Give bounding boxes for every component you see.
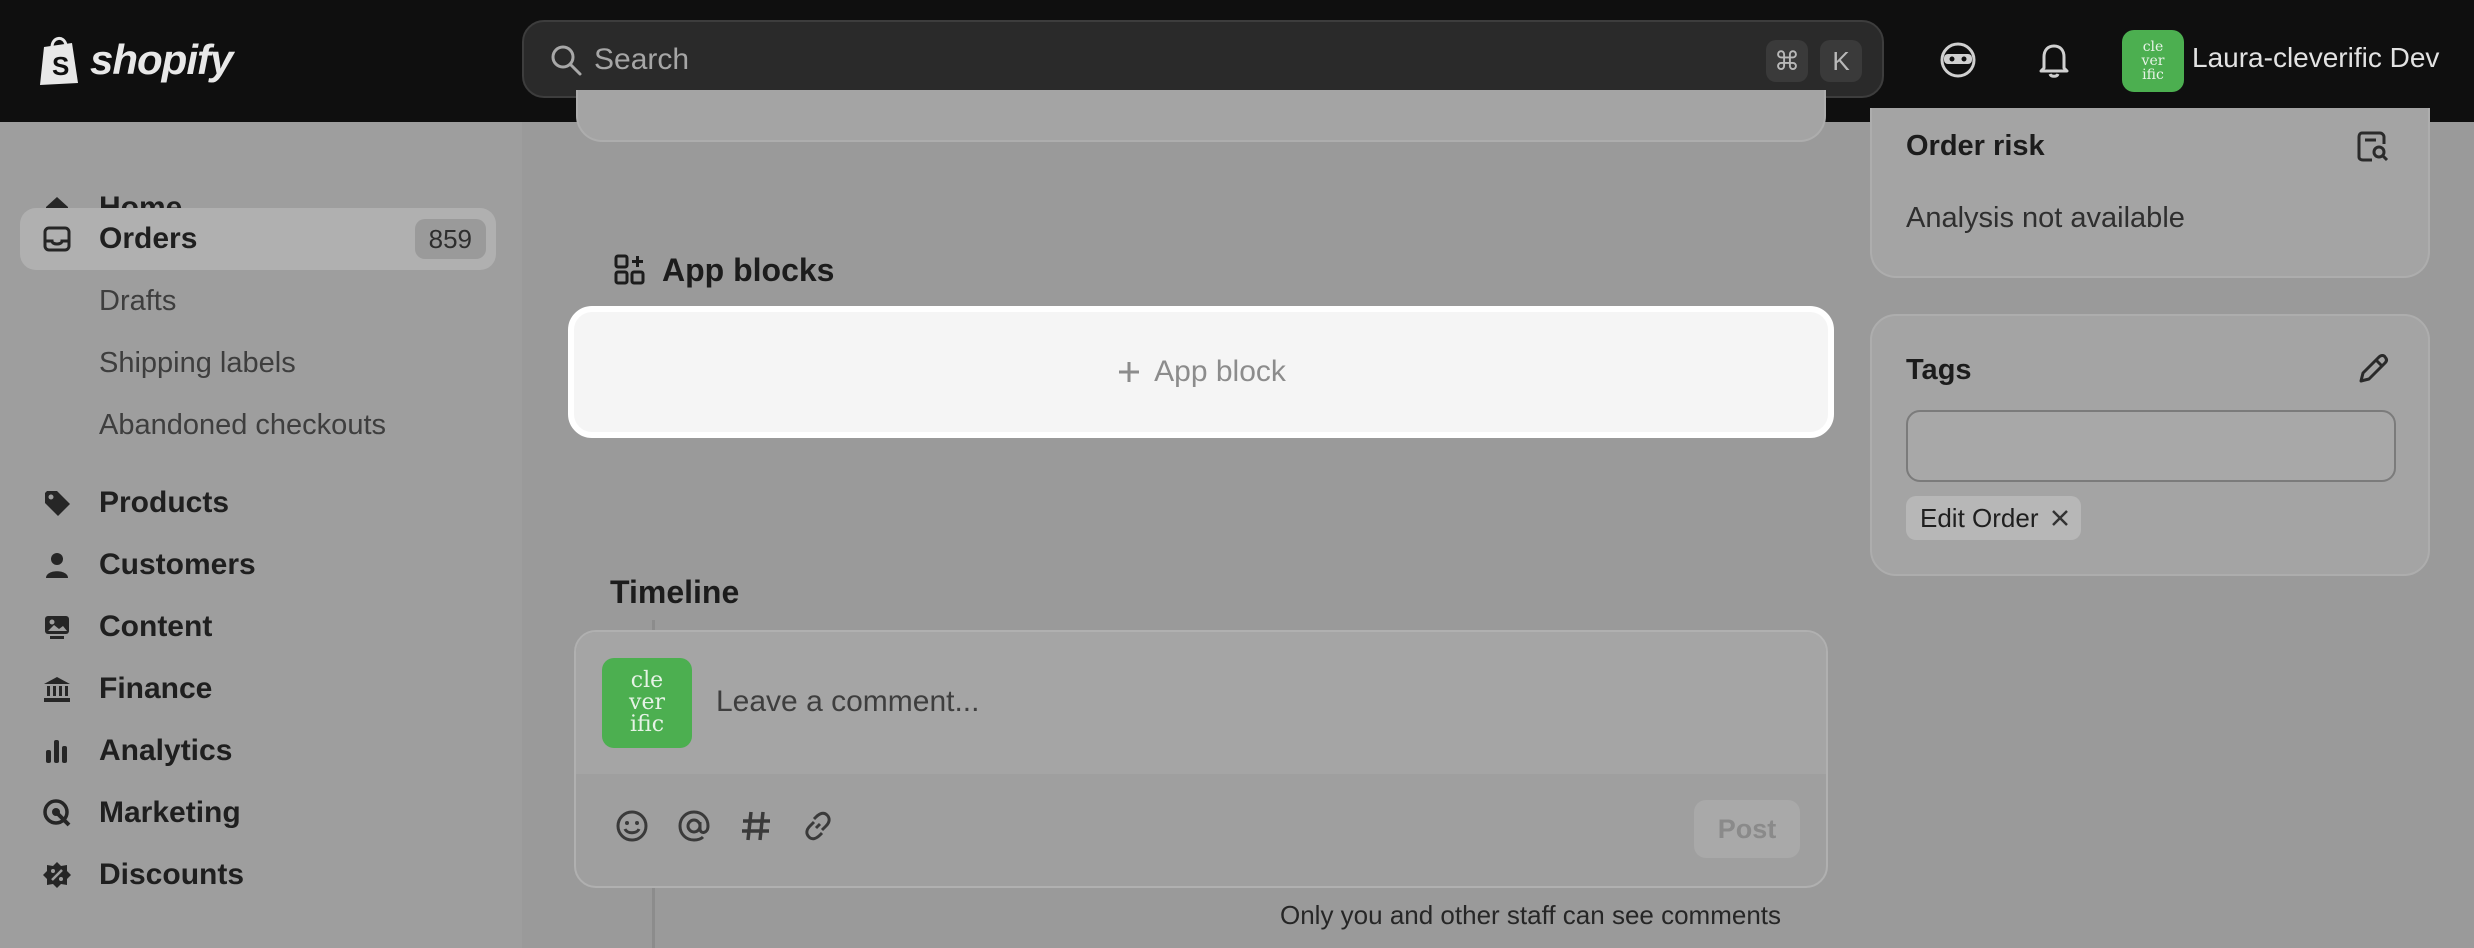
- tag-icon: [45, 491, 70, 516]
- timeline-title: Timeline: [610, 574, 740, 610]
- sidebar-item-label: Discounts: [99, 858, 245, 891]
- sidekick-icon[interactable]: [1932, 34, 1984, 86]
- plus-icon: [1119, 362, 1140, 382]
- emoji-icon[interactable]: [614, 808, 650, 844]
- comment-box: cle ver ific Post: [574, 630, 1828, 888]
- order-risk-card: Order risk Analysis not available: [1870, 108, 2430, 278]
- comment-input[interactable]: [716, 680, 1716, 724]
- tag-chip: Edit Order: [1906, 496, 2081, 540]
- app-block-label: App block: [1154, 355, 1286, 388]
- edit-pencil-icon[interactable]: [2356, 352, 2390, 386]
- hashtag-icon[interactable]: [738, 808, 774, 844]
- avatar-line: ific: [2142, 67, 2164, 83]
- sidebar-item-orders[interactable]: Orders 859: [20, 208, 496, 270]
- post-button[interactable]: Post: [1694, 800, 1800, 858]
- app-blocks-icon: [614, 254, 645, 285]
- sidebar-item-label: Analytics: [99, 734, 233, 767]
- tag-label: Edit Order: [1920, 502, 2039, 533]
- risk-analysis-icon[interactable]: [2356, 130, 2390, 164]
- sidebar-item-products[interactable]: Products: [20, 472, 496, 534]
- sidebar-item-content[interactable]: Content: [20, 596, 496, 658]
- previous-card-bottom: [576, 90, 1826, 142]
- sidebar-item-label: Marketing: [99, 796, 241, 829]
- sidebar-item-shipping-labels[interactable]: Shipping labels: [20, 332, 496, 394]
- sidebar-item-marketing[interactable]: Marketing: [20, 782, 496, 844]
- sidebar-item-label: Finance: [99, 672, 213, 705]
- sidebar-item-label: Shipping labels: [99, 346, 296, 379]
- svg-text:S: S: [52, 51, 69, 81]
- shortcut-key-cmd: ⌘: [1766, 40, 1808, 82]
- sidebar-item-customers[interactable]: Customers: [20, 534, 496, 596]
- link-icon[interactable]: [800, 808, 836, 844]
- image-icon: [45, 616, 69, 639]
- sidebar-item-finance[interactable]: Finance: [20, 658, 496, 720]
- bar-chart-icon: [46, 740, 67, 763]
- tags-input[interactable]: [1906, 410, 2396, 482]
- sidebar-item-drafts[interactable]: Drafts: [20, 270, 496, 332]
- store-name[interactable]: Laura-cleverific Dev: [2192, 42, 2439, 74]
- remove-tag-icon[interactable]: [2049, 507, 2071, 529]
- search-bar[interactable]: ⌘ K: [522, 20, 1884, 98]
- discount-icon: [43, 862, 71, 888]
- sidebar-item-label: Products: [99, 486, 230, 519]
- sidebar-item-label: Drafts: [99, 284, 177, 317]
- sidebar-item-discounts[interactable]: Discounts: [20, 844, 496, 906]
- order-risk-title: Order risk: [1906, 130, 2045, 162]
- person-icon: [46, 553, 68, 578]
- mention-icon[interactable]: [676, 808, 712, 844]
- sidebar-item-analytics[interactable]: Analytics: [20, 720, 496, 782]
- staff-only-note: Only you and other staff can see comment…: [1280, 900, 1782, 930]
- inbox-icon: [43, 226, 71, 252]
- order-risk-status: Analysis not available: [1906, 202, 2185, 234]
- avatar-line: ific: [629, 712, 665, 737]
- add-app-block-button[interactable]: App block: [568, 306, 1834, 438]
- sidebar-item-abandoned-checkouts[interactable]: Abandoned checkouts: [20, 394, 496, 456]
- tags-card: Tags Edit Order: [1870, 314, 2430, 576]
- shortcut-key-k: K: [1820, 40, 1862, 82]
- avatar-line: ver: [629, 690, 665, 715]
- store-avatar[interactable]: cle ver ific: [2122, 30, 2184, 92]
- brand-name: shopify: [90, 36, 233, 83]
- avatar-line: cle: [630, 668, 664, 693]
- search-icon: [551, 45, 582, 76]
- sidebar-item-label: Customers: [99, 548, 256, 581]
- avatar-line: ver: [2141, 53, 2165, 69]
- bell-icon[interactable]: [2028, 34, 2080, 86]
- bank-icon: [44, 677, 70, 702]
- orders-count-badge: 859: [414, 219, 486, 259]
- app-blocks-title: App blocks: [662, 252, 835, 288]
- shopify-bag-icon: S: [40, 37, 78, 85]
- tags-title: Tags: [1906, 354, 1972, 386]
- shopify-logo[interactable]: S shopify: [36, 30, 233, 90]
- search-input[interactable]: [594, 36, 1694, 84]
- comment-avatar: cle ver ific: [602, 658, 692, 748]
- avatar-line: cle: [2142, 39, 2164, 55]
- sidebar-item-label: Abandoned checkouts: [99, 408, 386, 441]
- sidebar: Home Orders 859 Drafts Shipping labels A…: [0, 122, 522, 948]
- target-icon: [43, 799, 71, 827]
- sidebar-item-label: Content: [99, 610, 213, 643]
- sidebar-item-label: Orders: [99, 222, 198, 255]
